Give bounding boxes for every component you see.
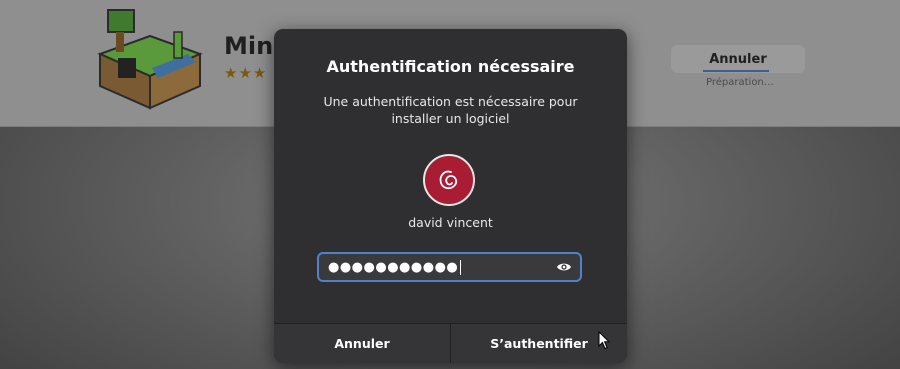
dialog-button-bar: Annuler S’authentifier (274, 323, 627, 363)
minetest-icon (97, 9, 203, 110)
debian-swirl-icon (439, 170, 458, 190)
dialog-description: Une authentification est nécessaire pour… (323, 94, 578, 126)
install-status-text: Préparation… (706, 77, 774, 88)
authentication-dialog: Authentification nécessaire Une authenti… (274, 29, 627, 363)
user-avatar (423, 154, 475, 206)
mouse-pointer-icon (598, 331, 610, 350)
rating-stars: ★★★ (224, 64, 268, 82)
install-progress-bar (703, 70, 769, 72)
dialog-title: Authentification nécessaire (326, 57, 575, 76)
cancel-button[interactable]: Annuler (274, 324, 451, 363)
username-label: david vincent (408, 215, 493, 230)
password-value: ●●●●●●●●●●● (328, 259, 459, 275)
eye-icon[interactable] (556, 261, 572, 273)
password-field[interactable]: ●●●●●●●●●●● (317, 252, 582, 282)
text-cursor (460, 259, 462, 275)
background-cancel-button[interactable]: Annuler (671, 45, 805, 73)
